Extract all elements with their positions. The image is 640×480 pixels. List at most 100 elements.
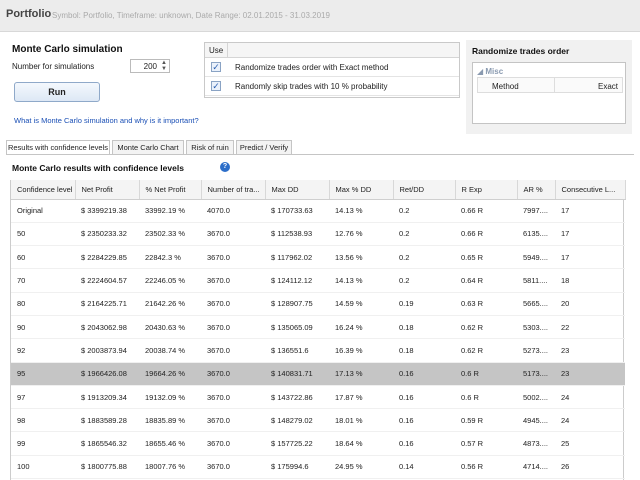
table-row[interactable]: 99 $ 1865546.32 18655.46 % 3670.0 $ 157725.2… bbox=[11, 431, 625, 456]
simulations-value[interactable]: 200 bbox=[144, 62, 157, 71]
randomize-panel: Randomize trades order ◢ Misc Method Exa… bbox=[466, 40, 632, 134]
simulations-label: Number for simulations bbox=[12, 62, 95, 71]
table-cell: 21642.26 % bbox=[139, 292, 201, 316]
table-cell: 3670.0 bbox=[201, 431, 265, 456]
table-cell: 5273.... bbox=[517, 338, 555, 363]
column-header[interactable]: R Exp bbox=[455, 180, 518, 200]
table-row[interactable]: 97 $ 1913209.34 19132.09 % 3670.0 $ 143722.8… bbox=[11, 385, 625, 410]
column-header[interactable]: Number of tra... bbox=[201, 180, 266, 200]
option-row-randomize[interactable]: ✓ Randomize trades order with Exact meth… bbox=[205, 58, 459, 77]
table-cell: 18 bbox=[555, 268, 625, 293]
table-cell: 0.16 bbox=[393, 431, 455, 456]
table-cell: 3670.0 bbox=[201, 292, 265, 316]
table-row[interactable]: 60 $ 2284229.85 22842.3 % 3670.0 $ 117962.02… bbox=[11, 245, 625, 270]
table-header-row: Confidence level Net Profit% Net Profit Nu… bbox=[11, 180, 626, 200]
table-cell: 16.39 % bbox=[329, 338, 393, 363]
table-cell: 3670.0 bbox=[201, 338, 265, 363]
table-cell: 60 bbox=[11, 245, 75, 270]
table-cell: 98 bbox=[11, 408, 75, 433]
table-cell: 4873.... bbox=[517, 431, 555, 456]
table-row[interactable]: 92 $ 2003873.94 20038.74 % 3670.0 $ 136551.6… bbox=[11, 338, 625, 363]
tab-results[interactable]: Results with confidence levels bbox=[6, 140, 110, 154]
tab-risk-of-ruin[interactable]: Risk of ruin bbox=[186, 140, 234, 154]
table-row[interactable]: 90 $ 2043062.98 20430.63 % 3670.0 $ 135065.0… bbox=[11, 315, 625, 340]
table-cell: $ 1865546.32 bbox=[75, 431, 139, 456]
tab-underline bbox=[6, 154, 634, 155]
table-cell: 5949.... bbox=[517, 245, 555, 270]
column-header[interactable]: % Net Profit bbox=[139, 180, 202, 200]
table-row[interactable]: 98 $ 1883589.28 18835.89 % 3670.0 $ 148279.0… bbox=[11, 408, 625, 433]
method-property-row[interactable]: Method Exact bbox=[477, 77, 623, 93]
table-row[interactable]: 95 $ 1966426.08 19664.26 % 3670.0 $ 140831.7… bbox=[11, 362, 625, 386]
column-header[interactable]: AR % bbox=[517, 180, 556, 200]
column-header[interactable]: Ret/DD bbox=[393, 180, 456, 200]
column-header[interactable]: Net Profit bbox=[75, 180, 140, 200]
table-cell: 0.16 bbox=[393, 362, 455, 386]
table-cell: $ 2284229.85 bbox=[75, 245, 139, 270]
table-cell: 70 bbox=[11, 268, 75, 293]
results-title: Monte Carlo results with confidence leve… bbox=[12, 163, 184, 173]
table-cell: 0.16 bbox=[393, 385, 455, 410]
table-cell: Original bbox=[11, 199, 75, 223]
table-cell: $ 2224604.57 bbox=[75, 268, 139, 293]
method-value[interactable]: Exact bbox=[598, 82, 618, 91]
table-row[interactable]: 70 $ 2224604.57 22246.05 % 3670.0 $ 124112.1… bbox=[11, 268, 625, 293]
table-cell: 0.16 bbox=[393, 408, 455, 433]
table-cell: $ 1966426.08 bbox=[75, 362, 139, 386]
table-cell: $ 140831.71 bbox=[265, 362, 329, 386]
table-cell: $ 157725.22 bbox=[265, 431, 329, 456]
table-cell: 24 bbox=[555, 408, 625, 433]
table-cell: $ 143722.86 bbox=[265, 385, 329, 410]
tab-monte-carlo-chart[interactable]: Monte Carlo Chart bbox=[112, 140, 184, 154]
help-link[interactable]: What is Monte Carlo simulation and why i… bbox=[14, 116, 199, 125]
table-cell: 4945.... bbox=[517, 408, 555, 433]
table-row[interactable]: 80 $ 2164225.71 21642.26 % 3670.0 $ 128907.7… bbox=[11, 292, 625, 316]
table-cell: 0.65 R bbox=[455, 245, 517, 270]
table-cell: 0.6 R bbox=[455, 385, 517, 410]
column-header[interactable]: Confidence level bbox=[11, 180, 76, 200]
table-row[interactable]: 100 $ 1800775.88 18007.76 % 3670.0 $ 175994.… bbox=[11, 455, 625, 480]
info-icon[interactable]: ? bbox=[220, 162, 230, 172]
app-title: Portfolio bbox=[6, 8, 52, 20]
table-cell: 23 bbox=[555, 362, 625, 386]
table-cell: 5002.... bbox=[517, 385, 555, 410]
table-cell: 3670.0 bbox=[201, 268, 265, 293]
table-cell: 18007.76 % bbox=[139, 455, 201, 480]
misc-group-label: Misc bbox=[485, 67, 504, 76]
table-cell: 99 bbox=[11, 431, 75, 456]
simulations-stepper[interactable]: 200 ▲ ▼ bbox=[130, 59, 170, 73]
table-cell: 0.63 R bbox=[455, 292, 517, 316]
table-cell: $ 124112.12 bbox=[265, 268, 329, 293]
table-row[interactable]: 50 $ 2350233.32 23502.33 % 3670.0 $ 112538.9… bbox=[11, 222, 625, 247]
skip-option-label: Randomly skip trades with 10 % probabili… bbox=[235, 82, 388, 91]
column-header[interactable]: Consecutive L... bbox=[555, 180, 626, 200]
run-button[interactable]: Run bbox=[14, 82, 100, 102]
table-cell: 0.57 R bbox=[455, 431, 517, 456]
table-cell: $ 128907.75 bbox=[265, 292, 329, 316]
randomize-checkbox[interactable]: ✓ bbox=[211, 62, 221, 72]
table-cell: 20 bbox=[555, 292, 625, 316]
table-cell: 5811.... bbox=[517, 268, 555, 293]
table-cell: 13.56 % bbox=[329, 245, 393, 270]
table-cell: 3670.0 bbox=[201, 222, 265, 247]
table-body: Original $ 3399219.38 33992.19 % 4070.0 $ 17… bbox=[11, 199, 625, 480]
table-cell: 24 bbox=[555, 385, 625, 410]
table-cell: 0.2 bbox=[393, 199, 455, 223]
skip-checkbox[interactable]: ✓ bbox=[211, 81, 221, 91]
option-row-skip[interactable]: ✓ Randomly skip trades with 10 % probabi… bbox=[205, 77, 459, 96]
title-bar: Portfolio Symbol: Portfolio, Timeframe: … bbox=[0, 0, 640, 32]
table-cell: $ 112538.93 bbox=[265, 222, 329, 247]
table-cell: 23 bbox=[555, 338, 625, 363]
table-cell: $ 148279.02 bbox=[265, 408, 329, 433]
table-cell: 0.62 R bbox=[455, 338, 517, 363]
misc-group[interactable]: ◢ Misc bbox=[477, 67, 503, 76]
column-header[interactable]: Max % DD bbox=[329, 180, 394, 200]
tab-predict-verify[interactable]: Predict / Verify bbox=[236, 140, 292, 154]
table-row[interactable]: Original $ 3399219.38 33992.19 % 4070.0 $ 17… bbox=[11, 199, 625, 223]
table-cell: 50 bbox=[11, 222, 75, 247]
randomize-heading: Randomize trades order bbox=[472, 46, 570, 56]
column-header[interactable]: Max DD bbox=[265, 180, 330, 200]
table-cell: 6135.... bbox=[517, 222, 555, 247]
stepper-arrows-icon[interactable]: ▲ ▼ bbox=[161, 60, 167, 72]
table-cell: 90 bbox=[11, 315, 75, 340]
